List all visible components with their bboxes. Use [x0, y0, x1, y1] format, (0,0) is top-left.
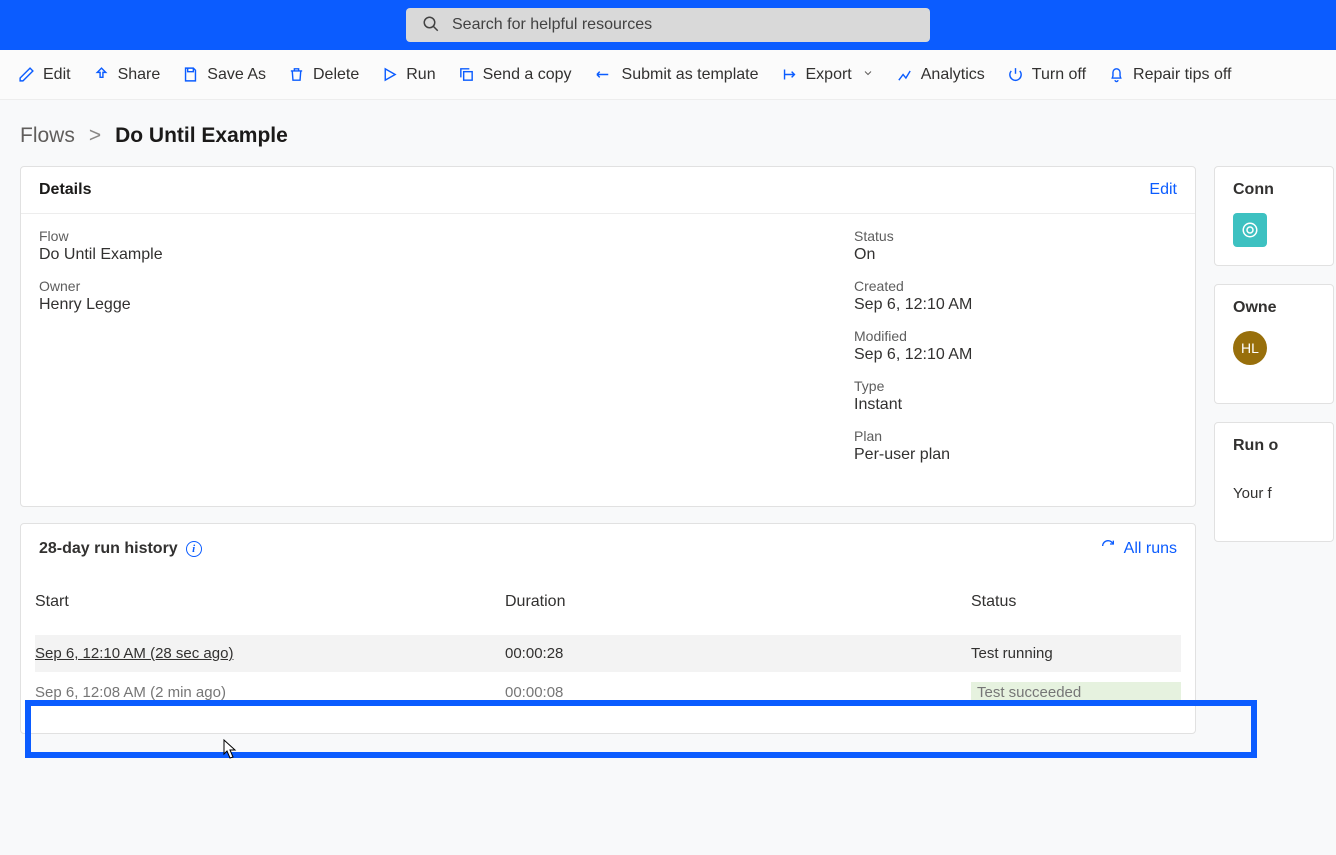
details-card: Details Edit Flow Do Until Example Owner…	[20, 166, 1196, 507]
breadcrumb-separator: >	[89, 124, 101, 148]
pencil-icon	[18, 66, 35, 83]
run-only-card: Run o Your f	[1214, 422, 1334, 542]
refresh-icon	[1100, 538, 1116, 559]
type-value: Instant	[854, 396, 1177, 414]
page-title: Do Until Example	[115, 124, 288, 148]
export-icon	[781, 66, 798, 83]
details-body: Flow Do Until Example Owner Henry Legge …	[21, 213, 1195, 506]
run-label: Run	[406, 66, 435, 84]
owner-label: Owner	[39, 278, 854, 294]
run-duration: 00:00:08	[505, 684, 971, 701]
turn-off-label: Turn off	[1032, 66, 1086, 84]
run-history-table: Start Duration Status Sep 6, 12:10 AM (2…	[21, 573, 1195, 733]
edit-label: Edit	[43, 66, 71, 84]
command-bar: Edit Share Save As Delete Run Send a cop…	[0, 50, 1336, 100]
cursor-icon	[222, 738, 240, 760]
status-value: On	[854, 246, 1177, 264]
search-input[interactable]	[452, 16, 914, 34]
run-only-title: Run o	[1233, 437, 1315, 455]
run-only-text: Your f	[1233, 485, 1315, 502]
table-row[interactable]: Sep 6, 12:10 AM (28 sec ago) 00:00:28 Te…	[35, 635, 1181, 672]
table-header: Start Duration Status	[35, 593, 1181, 635]
flow-label: Flow	[39, 228, 854, 244]
bell-icon	[1108, 66, 1125, 83]
col-status: Status	[971, 593, 1181, 611]
run-history-title: 28-day run history	[39, 540, 178, 558]
status-label: Status	[854, 228, 1177, 244]
global-search[interactable]	[406, 8, 930, 42]
run-start-link[interactable]: Sep 6, 12:08 AM (2 min ago)	[35, 684, 505, 701]
send-copy-label: Send a copy	[483, 66, 572, 84]
power-icon	[1007, 66, 1024, 83]
save-as-label: Save As	[207, 66, 266, 84]
submit-template-button[interactable]: Submit as template	[594, 66, 759, 84]
copy-icon	[458, 66, 475, 83]
details-title: Details	[39, 181, 91, 199]
col-start: Start	[35, 593, 505, 611]
run-button[interactable]: Run	[381, 66, 435, 84]
breadcrumb: Flows > Do Until Example	[0, 100, 1336, 166]
created-value: Sep 6, 12:10 AM	[854, 296, 1177, 314]
repair-tips-label: Repair tips off	[1133, 66, 1231, 84]
flow-value: Do Until Example	[39, 246, 854, 264]
run-duration: 00:00:28	[505, 645, 971, 662]
type-label: Type	[854, 378, 1177, 394]
delete-label: Delete	[313, 66, 359, 84]
share-icon	[93, 66, 110, 83]
all-runs-link[interactable]: All runs	[1100, 538, 1177, 559]
created-label: Created	[854, 278, 1177, 294]
play-icon	[381, 66, 398, 83]
app-header	[0, 0, 1336, 50]
plan-label: Plan	[854, 428, 1177, 444]
run-start-link[interactable]: Sep 6, 12:10 AM (28 sec ago)	[35, 645, 233, 662]
trash-icon	[288, 66, 305, 83]
details-edit-link[interactable]: Edit	[1149, 181, 1177, 199]
turn-off-button[interactable]: Turn off	[1007, 66, 1086, 84]
repair-tips-button[interactable]: Repair tips off	[1108, 66, 1231, 84]
search-icon	[422, 15, 440, 36]
run-status: Test succeeded	[971, 682, 1181, 703]
breadcrumb-root[interactable]: Flows	[20, 124, 75, 148]
run-history-card: 28-day run history i All runs Start Dura…	[20, 523, 1196, 734]
export-label: Export	[806, 66, 852, 84]
analytics-button[interactable]: Analytics	[896, 66, 985, 84]
col-duration: Duration	[505, 593, 971, 611]
owners-title: Owne	[1233, 299, 1315, 317]
run-status: Test running	[971, 645, 1181, 662]
owner-value: Henry Legge	[39, 296, 854, 314]
chevron-down-icon	[862, 66, 874, 84]
send-copy-button[interactable]: Send a copy	[458, 66, 572, 84]
plan-value: Per-user plan	[854, 446, 1177, 464]
edit-button[interactable]: Edit	[18, 66, 71, 84]
save-icon	[182, 66, 199, 83]
info-icon[interactable]: i	[186, 541, 202, 557]
content-area: Details Edit Flow Do Until Example Owner…	[0, 166, 1336, 734]
delete-button[interactable]: Delete	[288, 66, 359, 84]
owner-avatar[interactable]: HL	[1233, 331, 1267, 365]
analytics-icon	[896, 66, 913, 83]
share-button[interactable]: Share	[93, 66, 161, 84]
connections-card: Conn	[1214, 166, 1334, 266]
all-runs-label: All runs	[1124, 540, 1177, 558]
analytics-label: Analytics	[921, 66, 985, 84]
details-header: Details Edit	[21, 167, 1195, 213]
submit-icon	[594, 66, 614, 83]
share-label: Share	[118, 66, 161, 84]
table-row[interactable]: Sep 6, 12:08 AM (2 min ago) 00:00:08 Tes…	[35, 672, 1181, 713]
owners-card: Owne HL	[1214, 284, 1334, 404]
submit-template-label: Submit as template	[622, 66, 759, 84]
modified-value: Sep 6, 12:10 AM	[854, 346, 1177, 364]
run-history-header: 28-day run history i All runs	[21, 524, 1195, 573]
export-button[interactable]: Export	[781, 66, 874, 84]
connections-title: Conn	[1233, 181, 1315, 199]
connection-icon[interactable]	[1233, 213, 1267, 247]
modified-label: Modified	[854, 328, 1177, 344]
save-as-button[interactable]: Save As	[182, 66, 266, 84]
